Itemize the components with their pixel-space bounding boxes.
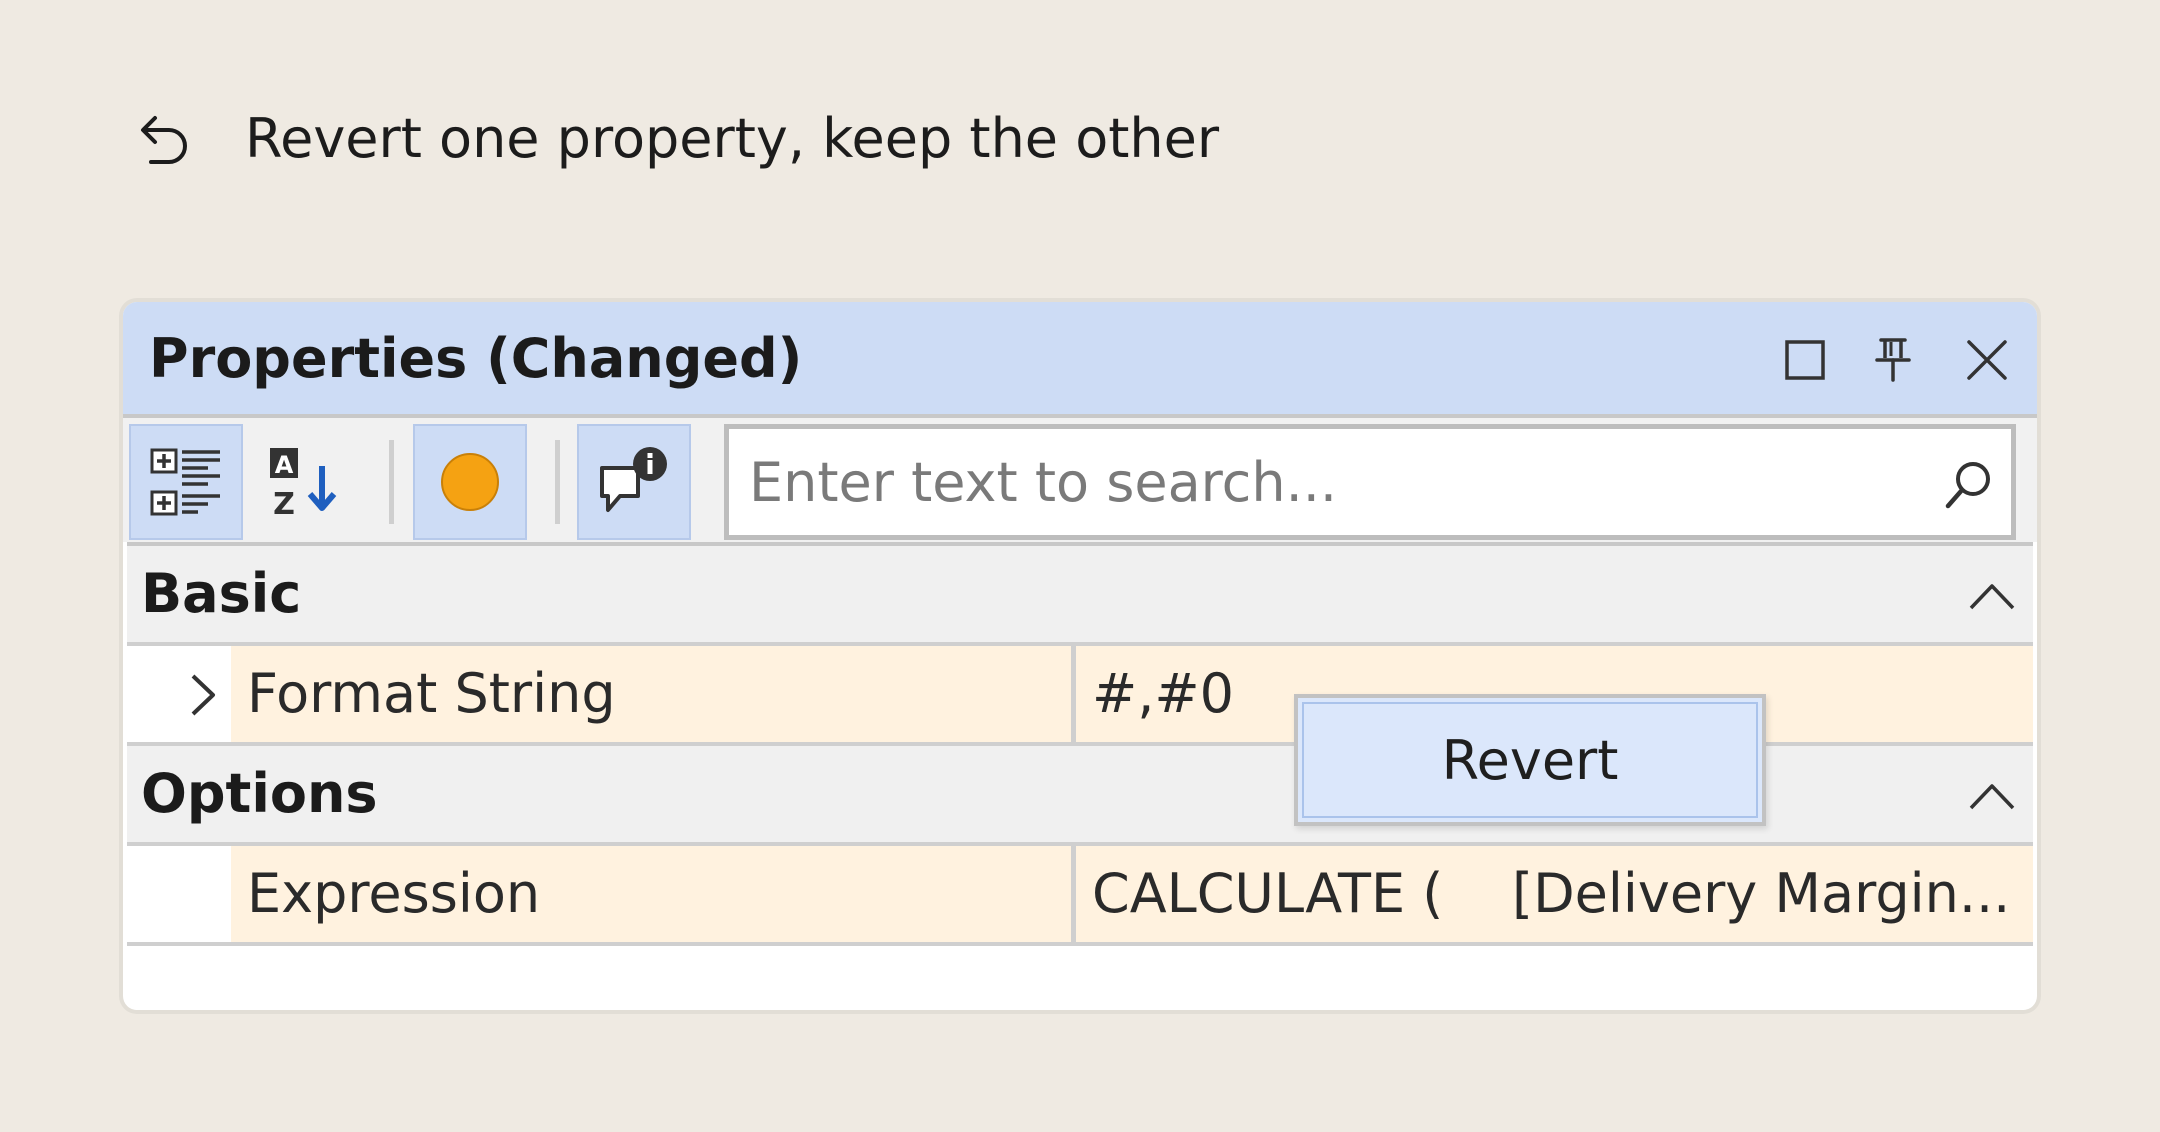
toolbar-separator (389, 440, 394, 524)
property-value: #,#0 (1092, 662, 1235, 725)
property-name: Format String (247, 662, 616, 725)
orange-dot-icon (440, 452, 500, 512)
search-box (724, 424, 2016, 540)
pin-button[interactable] (1865, 332, 1921, 388)
group-basic[interactable]: Basic (127, 546, 2033, 646)
alphabetical-sort-button[interactable]: A Z (247, 424, 361, 540)
row-gutter (127, 646, 231, 742)
close-button[interactable] (1959, 332, 2015, 388)
close-icon (1965, 338, 2009, 382)
property-name-cell: Format String (231, 646, 1076, 742)
property-value: CALCULATE ( [Delivery Margin... (1092, 862, 2011, 925)
group-label: Options (141, 762, 378, 825)
search-icon[interactable] (1941, 457, 1997, 513)
panel-toolbar: A Z (123, 414, 2037, 542)
svg-text:A: A (275, 451, 294, 479)
panel-titlebar: Properties (Changed) (123, 302, 2037, 414)
revert-menu-item[interactable]: Revert (1302, 702, 1758, 818)
panel-title: Properties (Changed) (149, 327, 803, 390)
comment-info-icon (596, 444, 672, 520)
property-name: Expression (247, 862, 541, 925)
changed-filter-button[interactable] (413, 424, 527, 540)
group-label: Basic (141, 562, 302, 625)
chevron-right-icon[interactable] (183, 672, 223, 718)
toolbar-separator (555, 440, 560, 524)
row-gutter (127, 846, 231, 942)
property-value-cell[interactable]: CALCULATE ( [Delivery Margin... (1076, 846, 2033, 942)
chevron-up-icon[interactable] (1967, 772, 2017, 822)
svg-text:Z: Z (273, 487, 295, 518)
property-name-cell: Expression (231, 846, 1076, 942)
maximize-button[interactable] (1777, 332, 1833, 388)
undo-icon (135, 108, 195, 168)
context-menu: Revert (1294, 694, 1766, 826)
property-row-expression[interactable]: Expression CALCULATE ( [Delivery Margin.… (127, 846, 2033, 946)
categorized-icon (150, 446, 222, 518)
pin-icon (1871, 336, 1915, 384)
maximize-icon (1783, 338, 1827, 382)
slide-header: Revert one property, keep the other (135, 98, 1219, 178)
search-input[interactable] (749, 429, 1929, 535)
chevron-up-icon[interactable] (1967, 572, 2017, 622)
categorized-view-button[interactable] (129, 424, 243, 540)
description-button[interactable] (577, 424, 691, 540)
page-title: Revert one property, keep the other (245, 106, 1220, 170)
properties-panel: Properties (Changed) A Z Enter text to s… (123, 302, 2037, 1010)
sort-az-icon: A Z (266, 446, 342, 518)
